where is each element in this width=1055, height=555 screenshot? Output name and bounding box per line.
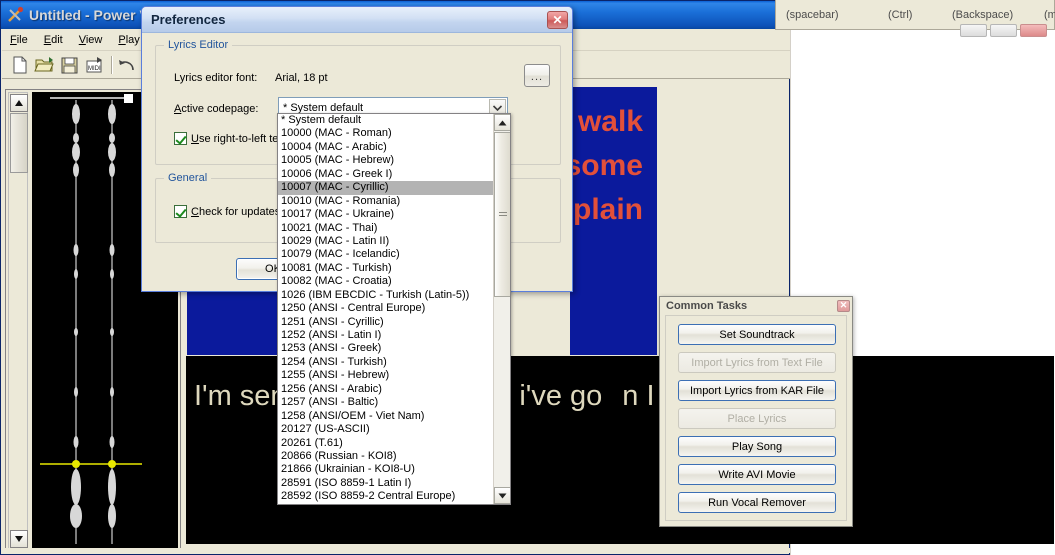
close-icon[interactable]: ✕	[837, 299, 850, 312]
codepage-option[interactable]: 21866 (Ukrainian - KOI8-U)	[278, 463, 493, 476]
keyhint-backspace: (Backspace)	[952, 8, 1014, 21]
common-tasks-titlebar[interactable]: Common Tasks ✕	[660, 297, 852, 314]
codepage-option[interactable]: 1257 (ANSI - Baltic)	[278, 396, 493, 409]
updates-checkbox-row[interactable]: Check for updates	[174, 205, 280, 218]
codepage-option[interactable]: 10000 (MAC - Roman)	[278, 127, 493, 140]
minimize-button[interactable]	[960, 23, 987, 37]
lyrics-segment-before: I'm sen	[194, 380, 287, 412]
toolbar-separator	[111, 55, 113, 74]
codepage-label: Active codepage:	[174, 103, 259, 115]
codepage-option[interactable]: 20127 (US-ASCII)	[278, 423, 493, 436]
menu-file[interactable]: File	[2, 32, 36, 48]
main-window-title: Untitled - Power V	[29, 7, 149, 23]
scroll-down-icon[interactable]	[494, 487, 510, 504]
task-button-write-avi-movie[interactable]: Write AVI Movie	[678, 464, 836, 485]
lyrics-font-value: Arial, 18 pt	[275, 72, 328, 84]
codepage-option[interactable]: 1258 (ANSI/OEM - Viet Nam)	[278, 410, 493, 423]
new-file-icon[interactable]	[8, 54, 31, 76]
export-midi-icon[interactable]: MIDI	[83, 54, 106, 76]
status-bar	[2, 548, 790, 553]
codepage-option[interactable]: 28591 (ISO 8859-1 Latin I)	[278, 477, 493, 490]
task-button-run-vocal-remover[interactable]: Run Vocal Remover	[678, 492, 836, 513]
codepage-option[interactable]: * System default	[278, 114, 493, 127]
codepage-option[interactable]: 10021 (MAC - Thai)	[278, 222, 493, 235]
lyrics-font-label: Lyrics editor font:	[174, 72, 258, 84]
rtl-checkbox[interactable]	[174, 132, 187, 145]
codepage-option[interactable]: 10029 (MAC - Latin II)	[278, 235, 493, 248]
font-browse-button[interactable]: ...	[524, 64, 550, 87]
codepage-option[interactable]: 1026 (IBM EBCDIC - Turkish (Latin-5))	[278, 289, 493, 302]
window-controls	[960, 22, 1052, 38]
codepage-option[interactable]: 1256 (ANSI - Arabic)	[278, 383, 493, 396]
codepage-option[interactable]: 10007 (MAC - Cyrillic)	[278, 181, 493, 195]
scroll-down-icon[interactable]	[10, 530, 28, 548]
menu-view[interactable]: View	[71, 32, 111, 48]
codepage-option[interactable]: 20866 (Russian - KOI8)	[278, 450, 493, 463]
task-button-place-lyrics: Place Lyrics	[678, 408, 836, 429]
menu-edit[interactable]: Edit	[36, 32, 71, 48]
preferences-title: Preferences	[151, 12, 226, 27]
codepage-option[interactable]: 1251 (ANSI - Cyrillic)	[278, 316, 493, 329]
codepage-option[interactable]: 10081 (MAC - Turkish)	[278, 262, 493, 275]
close-button[interactable]	[1020, 23, 1047, 37]
codepage-option[interactable]: 1253 (ANSI - Greek)	[278, 342, 493, 355]
dropdown-scrollbar-thumb[interactable]	[494, 132, 510, 297]
scroll-up-icon[interactable]	[494, 114, 510, 131]
save-disk-icon[interactable]	[58, 54, 81, 76]
common-tasks-button-container: Set Soundtrack Import Lyrics from Text Fi…	[665, 315, 847, 521]
codepage-option[interactable]: 1255 (ANSI - Hebrew)	[278, 369, 493, 382]
common-tasks-panel: Common Tasks ✕ Set Soundtrack Import Lyri…	[659, 296, 853, 527]
keyhint-ctrl: (Ctrl)	[888, 8, 913, 21]
general-legend: General	[164, 172, 212, 184]
waveform-scrollbar[interactable]	[8, 92, 28, 550]
undo-icon[interactable]	[116, 54, 139, 76]
close-icon[interactable]: ✕	[547, 10, 568, 29]
codepage-combo-value: * System default	[283, 101, 364, 114]
codepage-option[interactable]: 10004 (MAC - Arabic)	[278, 141, 493, 154]
codepage-option[interactable]: 10079 (MAC - Icelandic)	[278, 248, 493, 261]
scrollbar-grip-icon	[499, 211, 507, 218]
codepage-option[interactable]: 28592 (ISO 8859-2 Central Europe)	[278, 490, 493, 503]
codepage-option[interactable]: 1252 (ANSI - Latin I)	[278, 329, 493, 342]
codepage-dropdown-list[interactable]: * System default 10000 (MAC - Roman) 10004…	[277, 113, 511, 505]
rtl-checkbox-row[interactable]: Use right-to-left tex	[174, 132, 284, 145]
codepage-option-list[interactable]: * System default 10000 (MAC - Roman) 10004…	[278, 114, 493, 504]
preferences-titlebar[interactable]: Preferences ✕	[142, 7, 572, 33]
task-button-play-song[interactable]: Play Song	[678, 436, 836, 457]
check-updates-checkbox[interactable]	[174, 205, 187, 218]
codepage-option[interactable]: 10006 (MAC - Greek I)	[278, 168, 493, 181]
task-button-import-lyrics-from-kar-file[interactable]: Import Lyrics from KAR File	[678, 380, 836, 401]
open-folder-icon[interactable]	[33, 54, 56, 76]
svg-text:MIDI: MIDI	[88, 66, 101, 72]
codepage-option[interactable]: 10010 (MAC - Romania)	[278, 195, 493, 208]
keyhint-spacebar: (spacebar)	[786, 8, 839, 21]
codepage-option[interactable]: 1254 (ANSI - Turkish)	[278, 356, 493, 369]
preview-line: I walk	[561, 105, 643, 138]
lyrics-editor-legend: Lyrics Editor	[164, 39, 233, 51]
rtl-label: Use right-to-left tex	[191, 132, 284, 145]
codepage-option[interactable]: 1250 (ANSI - Central Europe)	[278, 302, 493, 315]
scroll-up-icon[interactable]	[10, 94, 28, 112]
common-tasks-title: Common Tasks	[666, 299, 748, 312]
maximize-button[interactable]	[990, 23, 1017, 37]
dropdown-scrollbar[interactable]	[493, 114, 510, 504]
codepage-option[interactable]: 10082 (MAC - Croatia)	[278, 275, 493, 288]
task-button-import-lyrics-from-text-file: Import Lyrics from Text File	[678, 352, 836, 373]
scrollbar-thumb[interactable]	[10, 113, 28, 173]
karaoke-mic-icon	[6, 6, 24, 24]
codepage-option[interactable]: 20261 (T.61)	[278, 437, 493, 450]
check-updates-label: Check for updates	[191, 205, 281, 218]
codepage-option[interactable]: 10005 (MAC - Hebrew)	[278, 154, 493, 167]
codepage-option[interactable]: 10017 (MAC - Ukraine)	[278, 208, 493, 221]
task-button-set-soundtrack[interactable]: Set Soundtrack	[678, 324, 836, 345]
preview-line: some	[564, 149, 643, 182]
keyhint-minus: (minus)	[1044, 8, 1055, 21]
